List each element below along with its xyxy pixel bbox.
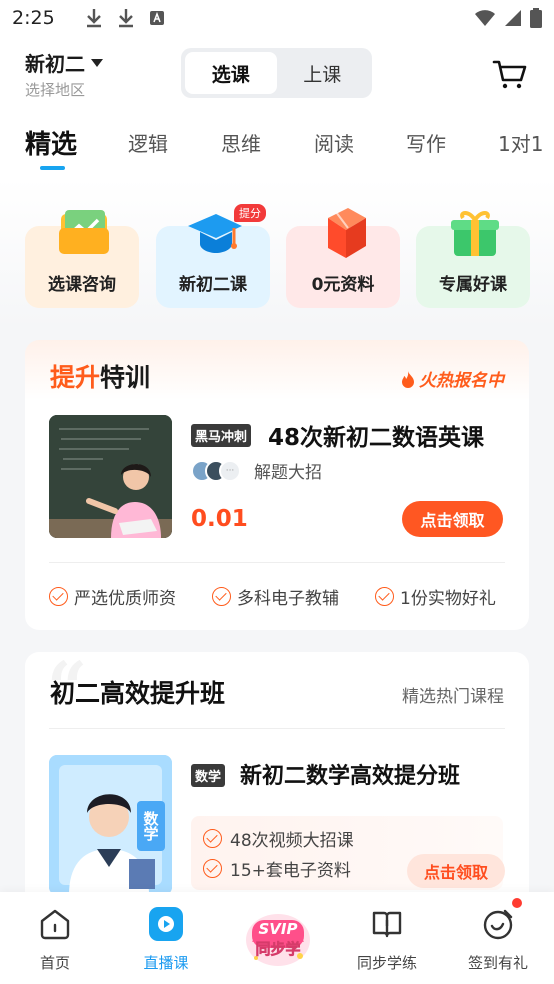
quick-label: 专属好课 [439, 275, 507, 295]
home-icon [37, 906, 73, 942]
promo-title-highlight: 提升 [50, 363, 101, 392]
status-time: 2:25 [12, 7, 55, 29]
status-notification-icons [85, 8, 165, 28]
perk-label: 严选优质师资 [74, 589, 176, 609]
promo-title-rest: 特训 [100, 363, 151, 392]
subject-tag: 数学 [191, 764, 226, 787]
book-icon [328, 208, 366, 258]
tab-select-course[interactable]: 选课 [185, 52, 277, 94]
live-play-icon [148, 906, 184, 942]
nav-label: 直播课 [143, 954, 189, 972]
divider [49, 562, 505, 563]
download-icon [86, 9, 101, 28]
promo-price: 0.01 [191, 506, 248, 532]
more-courses-link[interactable]: 精选热门课程 [402, 682, 504, 707]
quick-exclusive-courses[interactable]: 专属好课 [416, 211, 530, 308]
download-icon [118, 9, 133, 28]
cart-button[interactable] [492, 56, 528, 92]
check-circle-icon [203, 859, 222, 878]
more-avatars-icon: ··· [219, 460, 241, 482]
promo-subtitle: 解题大招 [254, 463, 322, 483]
class-course-title[interactable]: 新初二数学高效提分班 [240, 758, 460, 790]
check-circle-icon [203, 829, 222, 848]
perk-item: 多科电子教辅 [212, 584, 339, 609]
tab-writing[interactable]: 写作 [406, 128, 446, 157]
category-tabs: 精选 逻辑 思维 阅读 写作 1对1 [0, 116, 554, 178]
quick-label: 新初二课 [179, 275, 247, 295]
wifi-icon [475, 10, 495, 26]
grade-title: 新初二 [25, 52, 85, 76]
quick-label: 选课咨询 [48, 275, 116, 295]
study-book-icon [369, 906, 405, 942]
teacher-thumbnail [49, 415, 172, 538]
promo-course-title: 48次新初二数语英课 [268, 425, 485, 451]
tab-one-on-one[interactable]: 1对1 [498, 128, 543, 157]
quick-label: 0元资料 [311, 275, 375, 295]
promo-card[interactable]: 提升特训 火热报名中 黑马冲刺 48次新初二数语英课 ··· 解题大招 0.01… [25, 340, 529, 630]
gift-icon [451, 211, 499, 256]
tab-featured[interactable]: 精选 [25, 124, 77, 161]
score-boost-badge: 提分 [234, 204, 266, 222]
mode-switch: 选课 上课 [181, 48, 372, 98]
perk-item: 1份实物好礼 [375, 584, 496, 609]
check-circle-icon [49, 587, 68, 606]
claim-button[interactable]: 点击领取 [407, 854, 505, 888]
feature-box: 48次视频大招课 15+套电子资料 点击领取 [191, 816, 505, 890]
caret-down-icon [91, 58, 103, 67]
feature-item: 48次视频大招课 [203, 826, 354, 851]
grade-selector[interactable]: 新初二 选择地区 [25, 48, 103, 100]
nav-live-course[interactable]: 直播课 [121, 906, 211, 973]
course-thumbnail[interactable]: 数学 [49, 755, 172, 895]
battery-icon [530, 8, 542, 28]
notification-dot [512, 898, 522, 908]
status-bar: 2:25 [0, 0, 554, 36]
perk-item: 严选优质师资 [49, 584, 176, 609]
quick-entries: 选课咨询 提分 新初二课 0元资料 专属好课 [0, 178, 554, 328]
feature-label: 48次视频大招课 [230, 831, 354, 851]
app-notification-icon [149, 11, 164, 25]
region-hint[interactable]: 选择地区 [25, 79, 103, 100]
feature-label: 15+套电子资料 [230, 861, 351, 881]
flame-icon [402, 370, 414, 388]
promo-tag: 黑马冲刺 [191, 424, 252, 447]
app-header: 新初二 选择地区 选课 上课 [0, 36, 554, 116]
nav-checkin-reward[interactable]: 签到有礼 [453, 906, 543, 973]
nav-home[interactable]: 首页 [10, 906, 100, 973]
hot-enrollment-label: 火热报名中 [400, 366, 504, 391]
quick-free-materials[interactable]: 0元资料 [286, 208, 400, 308]
subject-ribbon: 数学 [137, 801, 165, 851]
svip-text: SVIP [258, 920, 298, 938]
status-system-icons [474, 8, 542, 28]
check-circle-icon [212, 587, 231, 606]
quick-course-consult[interactable]: 选课咨询 [25, 210, 139, 308]
divider [49, 728, 505, 729]
tab-attend-class[interactable]: 上课 [277, 52, 369, 94]
promo-title: 提升特训 [50, 358, 150, 394]
svip-button[interactable]: SVIP 同步学 [242, 900, 314, 970]
nav-label: 首页 [39, 954, 70, 972]
nav-sync-study[interactable]: 同步学练 [342, 906, 432, 973]
feature-item: 15+套电子资料 [203, 856, 351, 881]
hot-label-text: 火热报名中 [419, 371, 504, 391]
nav-label: 签到有礼 [467, 954, 528, 972]
chart-folder-icon [59, 210, 109, 254]
cart-icon [492, 60, 527, 89]
check-circle-icon [375, 587, 394, 606]
nav-label: 同步学练 [356, 954, 417, 972]
active-tab-indicator [40, 166, 65, 170]
teacher-image [49, 415, 172, 538]
svip-sub-text: 同步学 [255, 940, 301, 959]
perk-label: 多科电子教辅 [237, 589, 339, 609]
quick-new-grade-course[interactable]: 提分 新初二课 [156, 204, 270, 308]
tab-thinking[interactable]: 思维 [221, 128, 261, 157]
section-title: 初二高效提升班 [50, 679, 226, 708]
tab-reading[interactable]: 阅读 [314, 128, 354, 157]
signal-icon [505, 10, 521, 26]
perk-label: 1份实物好礼 [400, 589, 496, 609]
checkin-icon [480, 906, 516, 942]
class-section-card: “ 初二高效提升班 精选热门课程 数学 数学 新初二数学高效提分班 48次视频大… [25, 652, 529, 912]
tab-logic[interactable]: 逻辑 [128, 128, 168, 157]
claim-button[interactable]: 点击领取 [402, 501, 503, 537]
teacher-avatars: ··· [191, 460, 241, 482]
